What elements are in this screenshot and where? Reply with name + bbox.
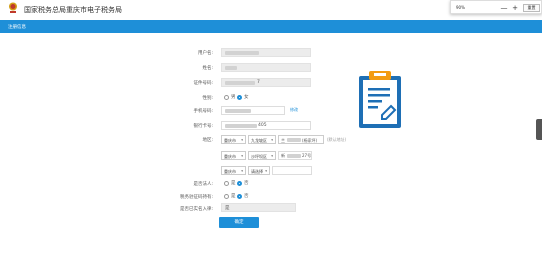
tax-collector-yes-label: 是 <box>231 194 236 199</box>
region3-city-value: 重庆市 <box>224 169 236 174</box>
zoom-level: 90% <box>456 5 465 10</box>
name-label: 姓名: <box>202 66 213 71</box>
chevron-down-icon: ▾ <box>265 169 267 173</box>
phone-edit-link[interactable]: 修改 <box>290 107 298 113</box>
default-address-hint: (默认地址) <box>327 137 347 142</box>
region2-district-select[interactable]: 沙坪坝区 ▾ <box>248 151 276 160</box>
zoom-out-button[interactable]: — <box>499 3 509 13</box>
region2-district-value: 沙坪坝区 <box>251 154 267 159</box>
real-name-field: 是 <box>221 203 296 212</box>
region1-street-prefix: 兰 <box>281 138 285 143</box>
legal-rep-no-radio[interactable] <box>237 181 242 186</box>
nav-bar-title[interactable]: 注册信息 <box>8 24 26 30</box>
region3-address-input[interactable] <box>272 166 312 175</box>
chevron-down-icon: ▾ <box>241 169 243 173</box>
gender-male-label: 男 <box>231 95 236 100</box>
tax-collector-no-label: 否 <box>244 194 249 199</box>
chevron-down-icon: ▾ <box>271 154 273 158</box>
phone-field[interactable] <box>221 106 285 115</box>
region3-district-value: 请选择 <box>251 169 263 174</box>
bank-card-suffix: 405 <box>258 123 267 128</box>
legal-rep-no-label: 否 <box>244 181 249 186</box>
gender-female-label: 女 <box>244 95 249 100</box>
chevron-down-icon: ▾ <box>271 138 273 142</box>
gender-male-radio[interactable] <box>224 95 229 100</box>
region2-address-prefix: 新 <box>281 153 285 158</box>
legal-rep-label: 是否法人: <box>193 182 213 187</box>
side-panel-tab[interactable] <box>536 119 542 140</box>
real-name-value: 是 <box>225 206 230 211</box>
redacted-bank-card <box>225 124 257 128</box>
redacted-name <box>225 66 237 70</box>
username-label: 用户名: <box>197 51 213 56</box>
legal-rep-yes-radio[interactable] <box>224 181 229 186</box>
id-number-suffix: 7 <box>257 80 260 85</box>
region1-district-select[interactable]: 九龙坡区 ▾ <box>248 135 276 144</box>
id-number-field: 7 <box>221 78 311 87</box>
id-number-label: 证件号码: <box>193 81 213 86</box>
chevron-down-icon: ▾ <box>241 138 243 142</box>
clipboard-document-icon <box>359 71 401 128</box>
gender-label: 性别: <box>202 96 213 101</box>
redacted-phone <box>225 109 251 113</box>
phone-label: 手机号码: <box>193 109 213 114</box>
tax-collector-no-radio[interactable] <box>237 194 242 199</box>
username-field <box>221 48 311 57</box>
confirm-button[interactable]: 确定 <box>219 217 259 228</box>
zoom-popup: 90% — + 重置 <box>450 0 542 14</box>
redacted-address <box>287 154 301 158</box>
region1-city-value: 重庆市 <box>224 138 236 143</box>
real-name-label: 是否已实名入律: <box>179 207 213 212</box>
tax-collector-label: 税务驻征码持有: <box>179 195 213 200</box>
region-label: 地区: <box>202 138 213 143</box>
redacted-id-number <box>225 81 255 85</box>
region2-address-input[interactable]: 新 27号 <box>278 151 312 160</box>
region3-city-select[interactable]: 重庆市 ▾ <box>221 166 246 175</box>
gender-female-radio[interactable] <box>237 95 242 100</box>
zoom-reset-button[interactable]: 重置 <box>523 4 540 12</box>
region1-city-select[interactable]: 重庆市 ▾ <box>221 135 246 144</box>
tax-emblem-icon <box>9 2 17 13</box>
legal-rep-yes-label: 是 <box>231 181 236 186</box>
tax-collector-yes-radio[interactable] <box>224 194 229 199</box>
region2-city-select[interactable]: 重庆市 ▾ <box>221 151 246 160</box>
region1-street-suffix: (杨家坪) <box>302 138 318 143</box>
region3-district-select[interactable]: 请选择 ▾ <box>248 166 270 175</box>
nav-bar: 注册信息 <box>0 20 542 33</box>
bank-card-field[interactable]: 405 <box>221 121 311 130</box>
region1-district-value: 九龙坡区 <box>251 138 267 143</box>
region2-city-value: 重庆市 <box>224 154 236 159</box>
site-title: 国家税务总局重庆市电子税务局 <box>24 6 122 14</box>
region1-street-select[interactable]: 兰 (杨家坪) <box>278 135 324 144</box>
redacted-username <box>225 51 259 55</box>
redacted-street <box>287 138 301 142</box>
bank-card-label: 银行卡号: <box>193 124 213 129</box>
zoom-in-button[interactable]: + <box>510 3 520 13</box>
chevron-down-icon: ▾ <box>241 154 243 158</box>
region2-address-suffix: 27号 <box>302 153 312 158</box>
name-field <box>221 63 311 72</box>
